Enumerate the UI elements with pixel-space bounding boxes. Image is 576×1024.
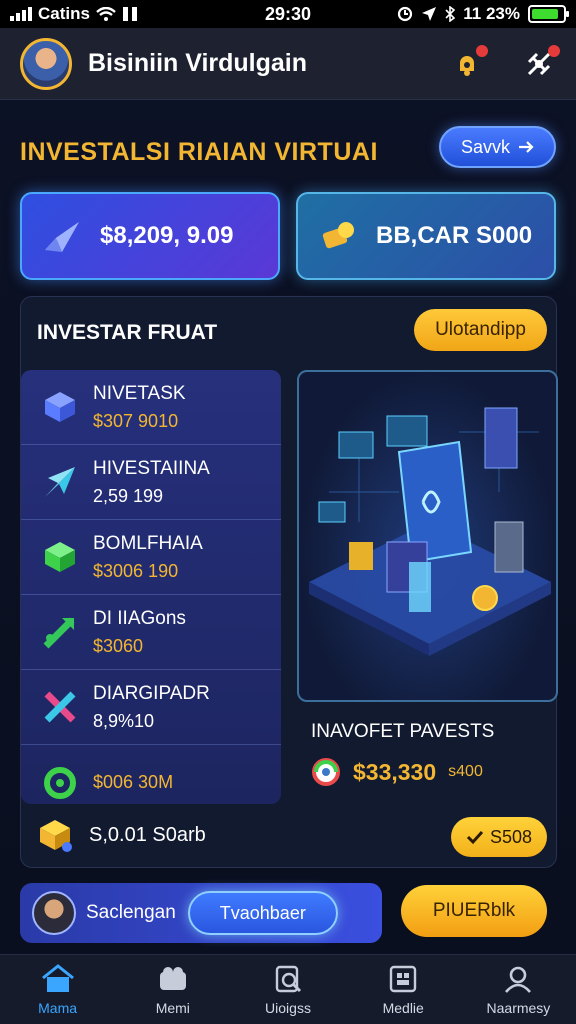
check-icon — [466, 830, 484, 845]
profile-avatar[interactable] — [32, 891, 76, 935]
gold-box-icon — [40, 820, 72, 852]
payment-suffix: s400 — [448, 763, 483, 780]
settings-button[interactable] — [522, 44, 560, 81]
profile-name: Saclengan — [86, 902, 176, 923]
coin-button-label: S508 — [489, 826, 533, 847]
notification-button[interactable] — [450, 44, 488, 81]
item-value: $307 9010 — [93, 410, 179, 431]
item-name: NIVETASK — [93, 382, 186, 404]
app-title: Bisiniin Virdulgain — [88, 49, 308, 77]
item-name: HIVESTAIINA — [93, 457, 210, 479]
item-value: $006 30M — [93, 772, 174, 792]
save-button-label: Savvk — [460, 136, 511, 157]
payment-row: $33,330 s400 — [311, 757, 483, 787]
tab-label: Naarmesy — [486, 999, 551, 1016]
carrier-name: Catins — [38, 4, 90, 23]
wifi-icon — [96, 7, 116, 21]
cross-arrows-icon — [41, 688, 79, 726]
list-item[interactable]: DI IIAGons $3060 — [21, 595, 281, 670]
bottom-nav: Mama Memi Uioigss Medlie Naarmesy — [0, 954, 576, 1024]
paper-plane-icon — [45, 222, 79, 252]
header-actions — [450, 44, 560, 81]
list-item[interactable]: $006 30M — [21, 745, 281, 804]
location-icon — [422, 7, 437, 21]
app-header: Bisiniin Virdulgain — [0, 28, 576, 100]
chat-icon — [159, 966, 186, 990]
payment-amount: $33,330 — [353, 758, 437, 785]
tab-profile[interactable]: Naarmesy — [461, 955, 576, 1024]
tab-home[interactable]: Mama — [0, 955, 115, 1024]
payment-title: INAVOFET PAVESTS — [311, 721, 495, 742]
home-icon — [41, 963, 74, 992]
signal-icon — [10, 7, 32, 21]
item-name: BOMLFHAIA — [93, 532, 203, 554]
sim-icon — [122, 7, 137, 21]
tab-media[interactable]: Medlie — [346, 955, 461, 1024]
search-icon — [275, 965, 302, 992]
list-item[interactable]: DIARGIPADR 8,9%10 — [21, 670, 281, 745]
green-arrow-icon — [41, 613, 79, 651]
server-illustration — [309, 407, 551, 656]
secondary-action-button[interactable]: PIUERblk — [401, 885, 547, 937]
update-button[interactable]: Ulotandipp — [414, 309, 547, 351]
save-button[interactable]: Savvk — [439, 126, 556, 168]
coin-button[interactable]: S508 — [451, 817, 547, 857]
settings-badge — [548, 44, 560, 57]
gauge-icon — [312, 758, 340, 786]
green-ring-icon — [41, 764, 79, 802]
isometric-illustration — [297, 370, 558, 702]
notification-badge — [476, 44, 488, 57]
tab-messages[interactable]: Memi — [115, 955, 230, 1024]
status-right: 11 23% — [397, 4, 569, 24]
battery-icon — [528, 5, 569, 23]
arrow-icon — [41, 463, 79, 501]
item-value: 8,9%10 — [93, 710, 155, 731]
item-value: $3060 — [93, 635, 144, 656]
item-name: DI IIAGons — [93, 607, 186, 629]
transfer-button[interactable]: Tvaohbaer — [187, 891, 338, 935]
app-screen: Catins 29:30 11 23% Bisiniin Virdulgain — [0, 0, 576, 1024]
item-value: 2,59 199 — [93, 485, 164, 506]
tab-label: Uioigss — [265, 999, 311, 1016]
alarm-icon — [398, 6, 413, 22]
battery-fill — [532, 9, 558, 19]
tab-label: Memi — [155, 999, 190, 1016]
cube-icon — [41, 388, 79, 426]
profile-bar: Saclengan Tvaohbaer — [20, 883, 382, 943]
gold-coin-icon — [322, 222, 354, 249]
footer-label: S,0.01 S0arb — [89, 823, 206, 846]
battery-percent: 11 23% — [463, 4, 520, 23]
investment-list: NIVETASK $307 9010 HIVESTAIINA 2,59 199 BO… — [21, 370, 281, 804]
item-value: $3006 190 — [93, 560, 179, 581]
tab-label: Mama — [38, 999, 78, 1016]
profile-icon — [505, 966, 532, 993]
status-left: Catins — [10, 4, 138, 24]
grid-icon — [390, 965, 417, 992]
section-title: INVESTALSI RIAIAN VIRTUAI — [20, 138, 378, 166]
balance-secondary-value: BB,CAR S000 — [376, 222, 533, 249]
tab-label: Medlie — [382, 999, 424, 1016]
list-item[interactable]: NIVETASK $307 9010 — [21, 370, 281, 445]
list-item[interactable]: BOMLFHAIA $3006 190 — [21, 520, 281, 595]
arrow-right-icon — [519, 141, 534, 153]
panel-title: INVESTAR FRUAT — [37, 321, 218, 344]
bluetooth-icon — [445, 6, 456, 22]
balance-primary-value: $8,209, 9.09 — [100, 222, 234, 249]
balance-card-secondary[interactable]: BB,CAR S000 — [296, 192, 556, 280]
balance-card-primary[interactable]: $8,209, 9.09 — [20, 192, 280, 280]
status-bar: Catins 29:30 11 23% — [0, 0, 576, 28]
panel-footer: S,0.01 S0arb — [37, 817, 206, 853]
tab-search[interactable]: Uioigss — [230, 955, 345, 1024]
green-cube-icon — [41, 538, 79, 576]
list-item[interactable]: HIVESTAIINA 2,59 199 — [21, 445, 281, 520]
item-name: DIARGIPADR — [93, 682, 210, 704]
status-time: 29:30 — [264, 3, 312, 24]
investment-panel: INVESTAR FRUAT Ulotandipp NIVETASK $307 9… — [20, 296, 558, 868]
user-avatar[interactable] — [20, 37, 72, 90]
